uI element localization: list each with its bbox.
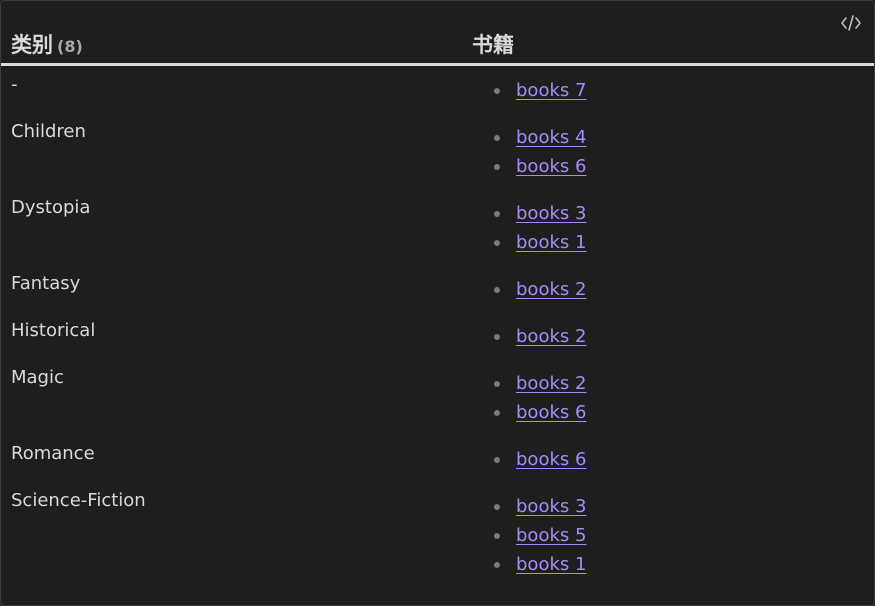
table-row: Fantasy books 2 <box>1 265 874 312</box>
bullet-icon <box>494 87 500 94</box>
list-item: books 2 <box>494 369 586 398</box>
bullet-icon <box>494 456 500 463</box>
book-link[interactable]: books 1 <box>516 232 586 253</box>
table-row: - books 7 <box>1 66 874 113</box>
list-item: books 1 <box>494 228 586 257</box>
book-link[interactable]: books 2 <box>516 326 586 347</box>
book-link[interactable]: books 7 <box>516 80 586 101</box>
category-count: (8) <box>57 37 83 56</box>
bullet-icon <box>494 561 500 568</box>
category-cell: - <box>11 74 18 95</box>
book-list: books 3 books 5 books 1 <box>494 492 586 579</box>
book-link[interactable]: books 3 <box>516 203 586 224</box>
book-list: books 6 <box>494 445 586 474</box>
category-cell: Dystopia <box>11 197 91 218</box>
bullet-icon <box>494 286 500 293</box>
bullet-icon <box>494 134 500 141</box>
table-row: Dystopia books 3 books 1 <box>1 189 874 265</box>
table-row: Children books 4 books 6 <box>1 113 874 189</box>
bullet-icon <box>494 333 500 340</box>
category-cell: Fantasy <box>11 273 81 294</box>
book-list: books 2 <box>494 322 586 351</box>
book-link[interactable]: books 5 <box>516 525 586 546</box>
book-list: books 4 books 6 <box>494 123 586 181</box>
book-link[interactable]: books 6 <box>516 156 586 177</box>
table-row: Science-Fiction books 3 books 5 books 1 <box>1 482 874 587</box>
list-item: books 2 <box>494 275 586 304</box>
bullet-icon <box>494 163 500 170</box>
list-item: books 1 <box>494 550 586 579</box>
list-item: books 7 <box>494 76 586 105</box>
list-item: books 3 <box>494 199 586 228</box>
bullet-icon <box>494 380 500 387</box>
book-link[interactable]: books 2 <box>516 279 586 300</box>
book-link[interactable]: books 6 <box>516 449 586 470</box>
books-column-header[interactable]: 书籍 <box>472 29 514 59</box>
book-list: books 7 <box>494 76 586 105</box>
list-item: books 6 <box>494 398 586 427</box>
category-header-label: 类别 <box>11 33 53 57</box>
category-cell: Science-Fiction <box>11 490 146 511</box>
list-item: books 6 <box>494 445 586 474</box>
table-header: 类别 (8) 书籍 <box>1 1 874 66</box>
list-item: books 3 <box>494 492 586 521</box>
list-item: books 6 <box>494 152 586 181</box>
list-item: books 4 <box>494 123 586 152</box>
bullet-icon <box>494 210 500 217</box>
list-item: books 2 <box>494 322 586 351</box>
bullet-icon <box>494 532 500 539</box>
query-result-table: 类别 (8) 书籍 - books 7 Children books 4 books 6 D… <box>0 0 875 606</box>
book-list: books 3 books 1 <box>494 199 586 257</box>
book-list: books 2 books 6 <box>494 369 586 427</box>
book-link[interactable]: books 3 <box>516 496 586 517</box>
table-row: Magic books 2 books 6 <box>1 359 874 435</box>
list-item: books 5 <box>494 521 586 550</box>
table-row: Romance books 6 <box>1 435 874 482</box>
book-list: books 2 <box>494 275 586 304</box>
category-cell: Magic <box>11 367 64 388</box>
category-cell: Children <box>11 121 86 142</box>
bullet-icon <box>494 503 500 510</box>
book-link[interactable]: books 1 <box>516 554 586 575</box>
category-cell: Historical <box>11 320 96 341</box>
bullet-icon <box>494 239 500 246</box>
book-link[interactable]: books 4 <box>516 127 586 148</box>
category-column-header[interactable]: 类别 (8) <box>11 29 83 59</box>
book-link[interactable]: books 2 <box>516 373 586 394</box>
table-row: Historical books 2 <box>1 312 874 359</box>
book-link[interactable]: books 6 <box>516 402 586 423</box>
bullet-icon <box>494 409 500 416</box>
category-cell: Romance <box>11 443 95 464</box>
